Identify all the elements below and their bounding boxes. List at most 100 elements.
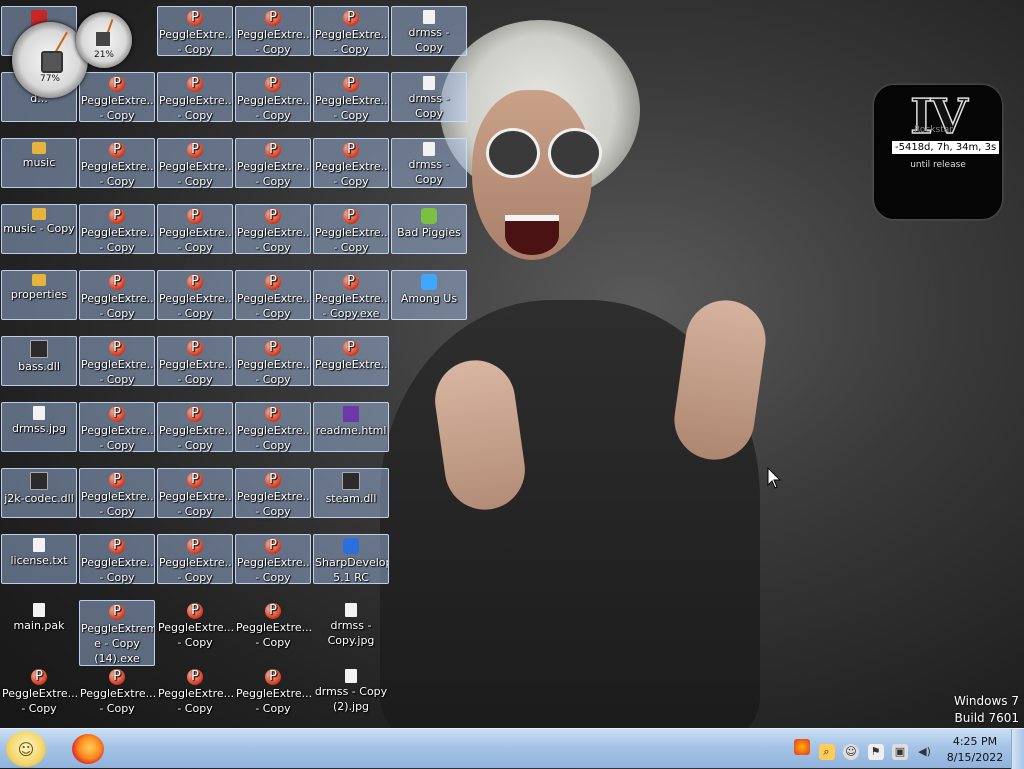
- desktop-icon[interactable]: SharpDevelop 5.1 RC: [313, 534, 389, 584]
- desktop-icon[interactable]: P PeggleExtre... - Copy (38)....: [313, 204, 389, 257]
- desktop-icon[interactable]: P PeggleExtre... - Copy (20)....: [157, 336, 233, 389]
- desktop-icon[interactable]: P PeggleExtre... - Copy (27)....: [235, 138, 311, 191]
- desktop-icon-label: PeggleExtre... - Copy (16)....: [159, 28, 232, 59]
- desktop-icon-label: SharpDevelop 5.1 RC: [315, 556, 388, 584]
- wallpaper-sunglasses-right: [548, 128, 602, 178]
- desktop-icon[interactable]: drmss.jpg: [1, 402, 77, 452]
- desktop-icon[interactable]: P PeggleExtre... - Copy (10)....: [79, 270, 155, 323]
- desktop-icon[interactable]: Bad Piggies: [391, 204, 467, 254]
- desktop-icon[interactable]: P PeggleExtre... - Copy (6).e...: [79, 72, 155, 125]
- desktop-icon[interactable]: P PeggleExtre... - Copy (31)....: [235, 468, 311, 521]
- desktop-icon[interactable]: P PeggleExtre... - Copy (19)....: [157, 270, 233, 323]
- desktop-icon[interactable]: P PeggleExtre... - Copy (17)....: [157, 72, 233, 125]
- desktop-icon[interactable]: P PeggleExtre... - Copy (24)....: [157, 600, 233, 652]
- desktop-icon[interactable]: P PeggleExtre... - Copy.exe: [313, 270, 389, 320]
- peg-icon: P: [109, 538, 125, 554]
- desktop-icon[interactable]: P PeggleExtre... - Copy (7).e...: [79, 138, 155, 191]
- desktop-icon-label: PeggleExtrem e - Copy (14).exe: [81, 622, 154, 665]
- network-icon[interactable]: ▣: [892, 744, 908, 760]
- windows-build-watermark: Windows 7 Build 7601: [954, 693, 1019, 727]
- desktop-icon[interactable]: P PeggleExtre... - Copy (29)....: [235, 270, 311, 323]
- desktop-icon[interactable]: P PeggleExtre...: [313, 336, 389, 386]
- show-desktop-button[interactable]: [1011, 729, 1024, 769]
- peg-icon: P: [343, 142, 359, 158]
- start-button[interactable]: ☺: [6, 731, 46, 767]
- desktop-icon[interactable]: P PeggleExtre... - Copy (33)....: [235, 600, 311, 652]
- cpu-value: 77%: [39, 74, 60, 84]
- taskbar-clock[interactable]: 4:25 PM 8/15/2022: [940, 734, 1010, 766]
- desktop-icon[interactable]: readme.html: [313, 402, 389, 452]
- desktop-icon[interactable]: music - Copy: [1, 204, 77, 254]
- desktop-icon[interactable]: P PeggleExtre... - Copy (8).e...: [79, 204, 155, 257]
- peg-icon: P: [265, 406, 281, 422]
- peg-icon: P: [109, 604, 125, 620]
- desktop-icon[interactable]: drmss - Copy.jpg: [313, 600, 389, 650]
- desktop-icon[interactable]: P PeggleExtre... - Copy (34)....: [235, 666, 311, 718]
- folder-icon: [32, 142, 46, 154]
- desktop-icon[interactable]: P PeggleExtre... - Copy (13)....: [79, 468, 155, 521]
- file-icon: [345, 669, 357, 683]
- windows-build: Build 7601: [954, 711, 1019, 725]
- desktop-icon[interactable]: drmss - Copy (5).jpg: [391, 138, 467, 189]
- desktop-icon[interactable]: drmss - Copy (3).jpg: [391, 6, 467, 57]
- desktop-icon[interactable]: P PeggleExtre... - Copy (15)....: [79, 666, 155, 718]
- desktop-icon[interactable]: P PeggleExtre... - Copy (12)....: [79, 402, 155, 455]
- file-icon: [33, 406, 45, 420]
- gta-countdown-gadget[interactable]: IV Rockstar -5418d, 7h, 34m, 3s until re…: [874, 85, 1002, 219]
- desktop-icon[interactable]: drmss - Copy (2).jpg: [313, 666, 389, 716]
- desktop-icon[interactable]: P PeggleExtre... - Copy (16)....: [157, 6, 233, 59]
- desktop-icon[interactable]: P PeggleExtrem e - Copy (14).exe: [79, 600, 155, 666]
- desktop-icon[interactable]: P PeggleExtre... - Copy (37)....: [313, 138, 389, 191]
- volume-icon[interactable]: ◀): [917, 744, 933, 760]
- firefox-tray-icon[interactable]: [794, 739, 810, 755]
- peg-icon: P: [265, 603, 281, 619]
- peg-icon: P: [187, 472, 203, 488]
- desktop-icon[interactable]: P PeggleExtre... - Copy (23)....: [157, 534, 233, 587]
- peg-icon: P: [265, 340, 281, 356]
- peg-icon: P: [187, 406, 203, 422]
- search-tray-icon[interactable]: ⌕: [818, 744, 835, 760]
- desktop-icon[interactable]: P PeggleExtre... - Copy (26)....: [235, 6, 311, 59]
- desktop-icon[interactable]: properties: [1, 270, 77, 320]
- messenger-tray-icon[interactable]: ☺: [843, 744, 859, 760]
- desktop-icon[interactable]: drmss - Copy (4).jpg: [391, 72, 467, 123]
- wallpaper-thumb-right: [669, 295, 771, 465]
- desktop-icon-label: PeggleExtre... - Copy (24)....: [158, 621, 233, 652]
- desktop-icon[interactable]: music: [1, 138, 77, 188]
- peg-icon: P: [109, 340, 125, 356]
- desktop-icon-label: music: [22, 156, 56, 169]
- peg-icon: P: [343, 10, 359, 26]
- desktop-icon-label: PeggleExtre... - Copy (18)....: [159, 160, 232, 191]
- desktop-icon[interactable]: P PeggleExtre... - Copy (26)....: [235, 72, 311, 125]
- desktop-icon[interactable]: P PeggleExtre... - Copy (28)....: [235, 204, 311, 257]
- desktop-icon[interactable]: P PeggleExtre... - Copy (22)....: [157, 468, 233, 521]
- desktop-icon[interactable]: j2k-codec.dll: [1, 468, 77, 518]
- desktop-icon-label: PeggleExtre...: [315, 358, 388, 371]
- desktop-icon[interactable]: P PeggleExtre... - Copy (30)....: [235, 336, 311, 389]
- desktop-icon[interactable]: P PeggleExtre... - Copy (19)....: [157, 204, 233, 257]
- desktop-icon[interactable]: P PeggleExtre... - Copy (11)....: [79, 336, 155, 389]
- desktop-icon[interactable]: P PeggleExtre... - Copy (25)....: [157, 666, 233, 718]
- desktop-icon-label: PeggleExtre... - Copy (12)....: [81, 424, 154, 455]
- firefox-taskbar-button[interactable]: [72, 734, 104, 764]
- desktop-icon[interactable]: P PeggleExtre... - Copy (21)....: [157, 402, 233, 455]
- desktop-icon[interactable]: main.pak: [1, 600, 77, 650]
- desktop-icon[interactable]: steam.dll: [313, 468, 389, 518]
- desktop-icon-label: PeggleExtre... - Copy (26)....: [237, 94, 310, 125]
- desktop-icon[interactable]: Among Us: [391, 270, 467, 320]
- desktop-icon[interactable]: bass.dll: [1, 336, 77, 386]
- desktop-icon[interactable]: license.txt: [1, 534, 77, 584]
- desktop-icon[interactable]: P PeggleExtre... - Copy (30)....: [235, 402, 311, 455]
- desktop-icon[interactable]: P PeggleExtre... - Copy (35)....: [313, 6, 389, 59]
- peg-icon: P: [109, 472, 125, 488]
- notification-area: ⌕ ☺ ⚑ ▣ ◀): [794, 739, 938, 760]
- desktop-icon-label: PeggleExtre... - Copy (33)....: [236, 621, 311, 652]
- desktop-icon[interactable]: P PeggleExtre... - Copy (18)....: [157, 138, 233, 191]
- desktop-icon[interactable]: P PeggleExtre... - Copy (14)....: [79, 534, 155, 587]
- desktop-icon[interactable]: P PeggleExtre... - Copy (36)....: [313, 72, 389, 125]
- desktop-icon-label: PeggleExtre... - Copy (15)....: [80, 687, 155, 718]
- desktop-icon[interactable]: P PeggleExtre... - Copy (32)....: [235, 534, 311, 587]
- action-center-icon[interactable]: ⚑: [867, 744, 884, 760]
- desktop-icon-label: drmss - Copy (4).jpg: [408, 92, 450, 123]
- desktop-icon[interactable]: P PeggleExtre... - Copy (2).e...: [1, 666, 77, 718]
